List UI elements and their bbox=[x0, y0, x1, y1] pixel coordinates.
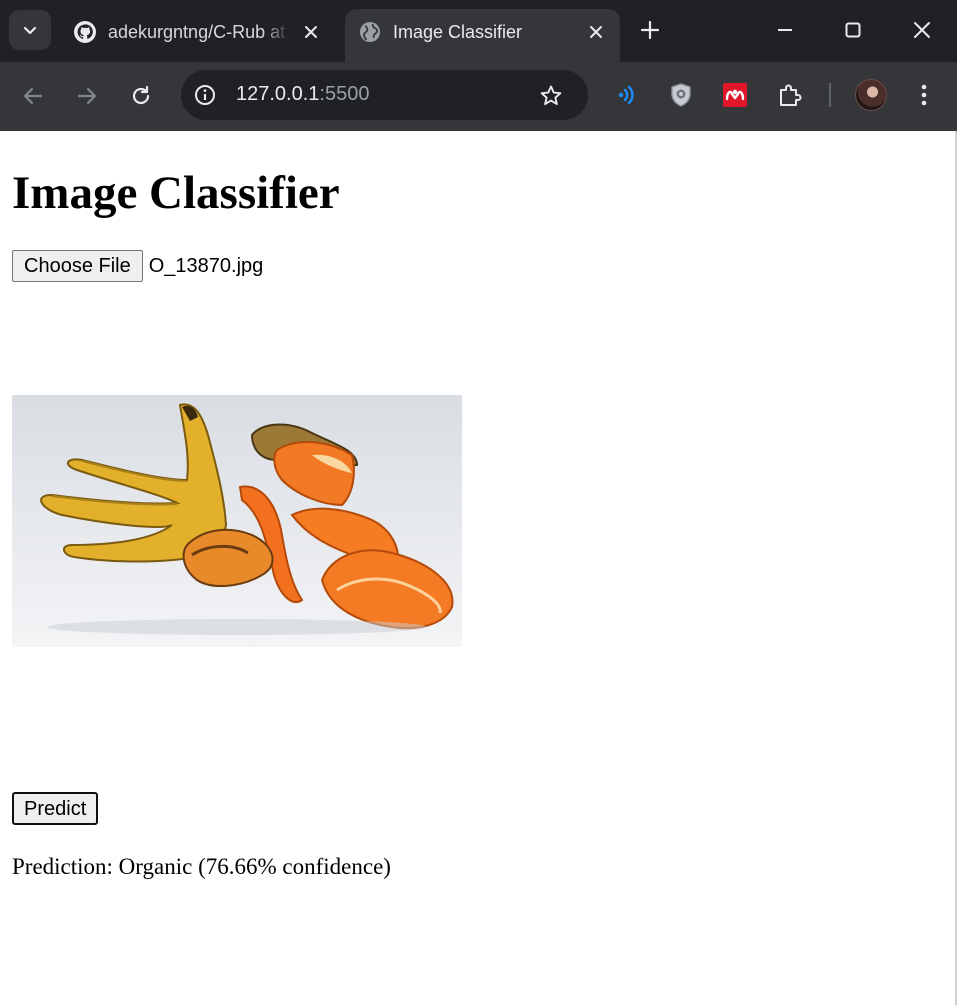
tab-image-classifier[interactable]: Image Classifier bbox=[345, 9, 620, 62]
close-window-button[interactable] bbox=[904, 12, 940, 48]
close-tab-icon[interactable] bbox=[298, 19, 324, 45]
maximize-icon bbox=[845, 22, 861, 38]
minimize-icon bbox=[778, 29, 792, 31]
plus-icon bbox=[640, 20, 660, 40]
tab-github[interactable]: adekurgntng/C-Rub at bbox=[60, 9, 338, 62]
tab-strip: adekurgntng/C-Rub at Image Classifier bbox=[0, 0, 957, 62]
chevron-down-icon bbox=[23, 26, 37, 35]
new-tab-button[interactable] bbox=[635, 15, 665, 45]
toolbar-divider bbox=[829, 83, 831, 107]
site-info-icon[interactable] bbox=[191, 81, 219, 109]
globe-icon bbox=[358, 20, 382, 44]
prediction-result: Prediction: Organic (76.66% confidence) bbox=[12, 854, 391, 879]
mendeley-extension-icon[interactable] bbox=[719, 79, 751, 111]
uploaded-image-preview bbox=[12, 395, 462, 647]
url-host: 127.0.0.1 bbox=[236, 83, 320, 105]
close-tab-icon[interactable] bbox=[583, 19, 609, 45]
selected-file-name: O_13870.jpg bbox=[148, 254, 264, 277]
github-icon bbox=[73, 20, 97, 44]
tab-title: Image Classifier bbox=[393, 22, 523, 42]
puzzle-extensions-icon[interactable] bbox=[774, 79, 806, 111]
url-port: :5500 bbox=[319, 83, 370, 105]
page-title: Image Classifier bbox=[12, 167, 340, 219]
tab-search-button[interactable] bbox=[9, 10, 51, 50]
minimize-button[interactable] bbox=[767, 12, 803, 48]
reload-icon bbox=[132, 85, 150, 105]
arrow-left-icon bbox=[23, 87, 43, 105]
shield-extension-icon[interactable] bbox=[665, 79, 697, 111]
more-menu-icon[interactable] bbox=[908, 79, 940, 111]
read-aloud-extension-icon[interactable] bbox=[611, 79, 643, 111]
reload-button[interactable] bbox=[123, 78, 159, 114]
predict-button[interactable]: Predict bbox=[12, 792, 99, 825]
file-input: Choose File O_13870.jpg bbox=[12, 250, 263, 282]
arrow-right-icon bbox=[77, 87, 97, 105]
choose-file-button[interactable]: Choose File bbox=[12, 250, 143, 282]
maximize-button[interactable] bbox=[835, 12, 871, 48]
bookmark-star-icon[interactable] bbox=[536, 81, 566, 111]
close-icon bbox=[914, 22, 930, 38]
browser-toolbar: 127.0.0.1:5500 bbox=[0, 62, 957, 131]
url-text: 127.0.0.1:5500 bbox=[236, 83, 369, 106]
page-content: Image Classifier Choose File O_13870.jpg bbox=[0, 131, 957, 1005]
forward-button[interactable] bbox=[69, 78, 105, 114]
tab-title: adekurgntng/C-Rub at bbox=[108, 22, 286, 42]
profile-avatar[interactable] bbox=[855, 79, 887, 111]
address-bar[interactable]: 127.0.0.1:5500 bbox=[181, 70, 588, 120]
back-button[interactable] bbox=[15, 78, 51, 114]
